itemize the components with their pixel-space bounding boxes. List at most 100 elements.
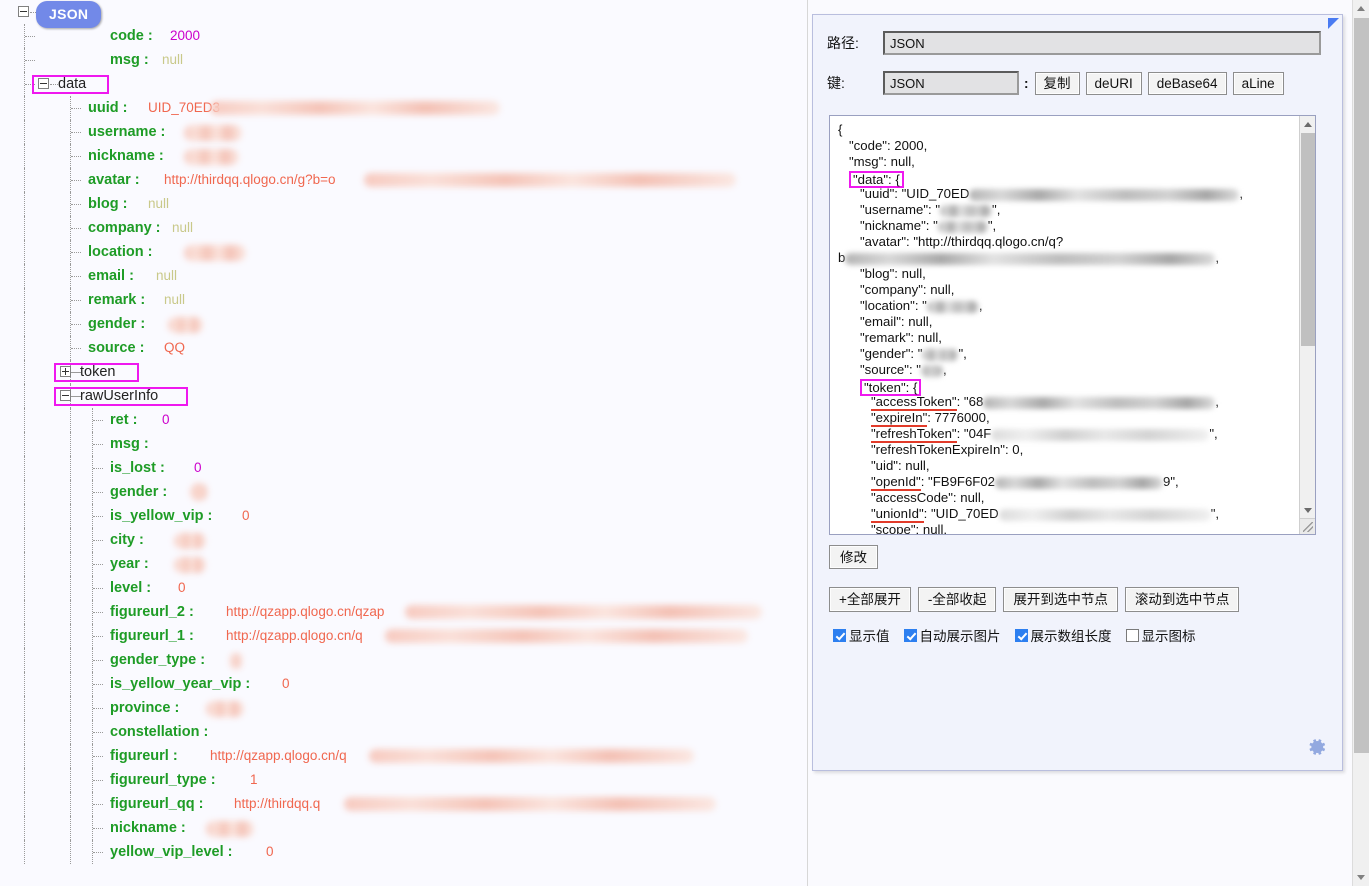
tree-line bbox=[24, 456, 25, 480]
tree-row[interactable]: figureurl_qq : http://thirdqq.q bbox=[0, 792, 807, 816]
deuri-button[interactable]: deURI bbox=[1085, 71, 1142, 95]
key-label: 键: bbox=[827, 75, 845, 91]
debase64-button[interactable]: deBase64 bbox=[1147, 71, 1227, 95]
path-input[interactable] bbox=[883, 31, 1321, 55]
json-tree-pane[interactable]: JSON code : 2000 msg : null data uuid : UID_70E… bbox=[0, 0, 808, 886]
checkbox-auto-show-image[interactable]: 自动展示图片 bbox=[903, 625, 1001, 645]
scroll-down-arrow[interactable] bbox=[1300, 502, 1315, 518]
checkbox-box[interactable] bbox=[903, 628, 917, 642]
tree-row[interactable]: nickname : bbox=[0, 144, 807, 168]
tree-row[interactable]: level : 0 bbox=[0, 576, 807, 600]
tree-value: 0 bbox=[178, 580, 186, 595]
modify-button[interactable]: 修改 bbox=[829, 545, 878, 569]
tree-row[interactable]: username : bbox=[0, 120, 807, 144]
panel-collapse-icon[interactable] bbox=[1328, 18, 1339, 29]
json-line: "blog": null, bbox=[860, 266, 926, 281]
tree-toggle-root[interactable] bbox=[18, 6, 29, 17]
tree-row[interactable]: is_yellow_vip : 0 bbox=[0, 504, 807, 528]
checkbox-box[interactable] bbox=[1125, 628, 1139, 642]
page-scrollbar[interactable] bbox=[1352, 0, 1369, 886]
tree-row[interactable]: remark : null bbox=[0, 288, 807, 312]
tree-toggle-token[interactable] bbox=[60, 366, 71, 377]
checkbox-box[interactable] bbox=[833, 628, 846, 642]
redacted-value bbox=[384, 629, 748, 643]
checkbox-show-value[interactable]: 显示值 bbox=[833, 625, 890, 645]
json-underlined-key: "accessToken" bbox=[871, 394, 957, 411]
page-scroll-up[interactable] bbox=[1353, 0, 1369, 17]
json-textarea[interactable]: {"code": 2000, "msg": null, "data": {"uuid… bbox=[829, 115, 1316, 535]
scroll-thumb[interactable] bbox=[1301, 133, 1315, 346]
tree-row[interactable]: city : bbox=[0, 528, 807, 552]
tree-row[interactable]: location : bbox=[0, 240, 807, 264]
json-line: "uid": null, bbox=[871, 458, 930, 473]
tree-row[interactable]: JSON bbox=[0, 0, 807, 28]
tree-row[interactable]: email : null bbox=[0, 264, 807, 288]
tree-line bbox=[24, 840, 25, 864]
scroll-up-arrow[interactable] bbox=[1300, 116, 1315, 132]
json-line: b, bbox=[838, 250, 1220, 265]
tree-row[interactable]: msg : null bbox=[0, 48, 807, 72]
key-input[interactable] bbox=[883, 71, 1019, 95]
tree-row[interactable]: yellow_vip_level : 0 bbox=[0, 840, 807, 864]
tree-key: email : bbox=[88, 268, 134, 284]
tree-node-label[interactable]: token bbox=[80, 360, 115, 384]
tree-row[interactable]: province : bbox=[0, 696, 807, 720]
tree-row[interactable]: uuid : UID_70ED3 bbox=[0, 96, 807, 120]
copy-button[interactable]: 复制 bbox=[1034, 71, 1080, 95]
json-tail: , bbox=[1215, 394, 1219, 409]
tree-line bbox=[93, 420, 103, 421]
json-tail: , bbox=[1239, 186, 1244, 201]
page-scroll-down[interactable] bbox=[1353, 869, 1369, 886]
tree-row[interactable]: msg : bbox=[0, 432, 807, 456]
textarea-resize-grip[interactable] bbox=[1299, 518, 1315, 534]
tree-toggle-rawUserInfo[interactable] bbox=[60, 390, 71, 401]
expand-to-selected-button[interactable]: 展开到选中节点 bbox=[1003, 587, 1118, 612]
tree-line bbox=[24, 600, 25, 624]
tree-key: company : bbox=[88, 220, 161, 236]
tree-toggle-data[interactable] bbox=[38, 78, 49, 89]
tree-row[interactable]: avatar : http://thirdqq.qlogo.cn/g?b=o bbox=[0, 168, 807, 192]
checkbox-box[interactable] bbox=[1014, 628, 1028, 642]
tree-row[interactable]: data bbox=[0, 72, 807, 96]
tree-row[interactable]: is_yellow_year_vip : 0 bbox=[0, 672, 807, 696]
tree-row[interactable]: source : QQ bbox=[0, 336, 807, 360]
tree-row[interactable]: rawUserInfo bbox=[0, 384, 807, 408]
tree-line bbox=[71, 156, 81, 157]
tree-node-label[interactable]: data bbox=[58, 72, 86, 96]
tree-line bbox=[93, 684, 103, 685]
gear-icon[interactable] bbox=[1306, 736, 1328, 758]
scroll-to-selected-button[interactable]: 滚动到选中节点 bbox=[1124, 587, 1240, 612]
tree-row[interactable]: constellation : bbox=[0, 720, 807, 744]
tree-line bbox=[93, 708, 103, 709]
tree-row[interactable]: code : 2000 bbox=[0, 24, 807, 48]
checkbox-show-array-length[interactable]: 展示数组长度 bbox=[1014, 625, 1112, 645]
tree-row[interactable]: gender : bbox=[0, 312, 807, 336]
page-scroll-thumb[interactable] bbox=[1354, 18, 1369, 753]
tree-row[interactable]: figureurl : http://qzapp.qlogo.cn/q bbox=[0, 744, 807, 768]
tree-row[interactable]: is_lost : 0 bbox=[0, 456, 807, 480]
tree-row[interactable]: gender_type : bbox=[0, 648, 807, 672]
json-line: "refreshTokenExpireIn": 0, bbox=[871, 442, 1024, 457]
tree-line bbox=[24, 696, 25, 720]
expand-all-button[interactable]: +全部展开 bbox=[829, 587, 911, 612]
tree-line bbox=[71, 276, 81, 277]
tree-row[interactable]: token bbox=[0, 360, 807, 384]
tree-row[interactable]: figureurl_1 : http://qzapp.qlogo.cn/q bbox=[0, 624, 807, 648]
tree-row[interactable]: figureurl_type : 1 bbox=[0, 768, 807, 792]
tree-row[interactable]: figureurl_2 : http://qzapp.qlogo.cn/qzap bbox=[0, 600, 807, 624]
tree-row[interactable]: blog : null bbox=[0, 192, 807, 216]
tree-row[interactable]: gender : bbox=[0, 480, 807, 504]
tree-key: ret : bbox=[110, 412, 138, 428]
tree-row[interactable]: nickname : bbox=[0, 816, 807, 840]
tree-row[interactable]: ret : 0 bbox=[0, 408, 807, 432]
checkbox-show-icon[interactable]: 显示图标 bbox=[1125, 625, 1196, 645]
tree-row[interactable]: year : bbox=[0, 552, 807, 576]
collapse-all-button[interactable]: -全部收起 bbox=[917, 587, 997, 612]
tree-line bbox=[93, 540, 103, 541]
tree-row[interactable]: company : null bbox=[0, 216, 807, 240]
aline-button[interactable]: aLine bbox=[1232, 71, 1284, 95]
tree-node-label[interactable]: rawUserInfo bbox=[80, 384, 158, 408]
textarea-scrollbar[interactable] bbox=[1299, 116, 1315, 534]
tree-line bbox=[24, 408, 25, 432]
json-underlined-key: "openId" bbox=[871, 474, 921, 491]
